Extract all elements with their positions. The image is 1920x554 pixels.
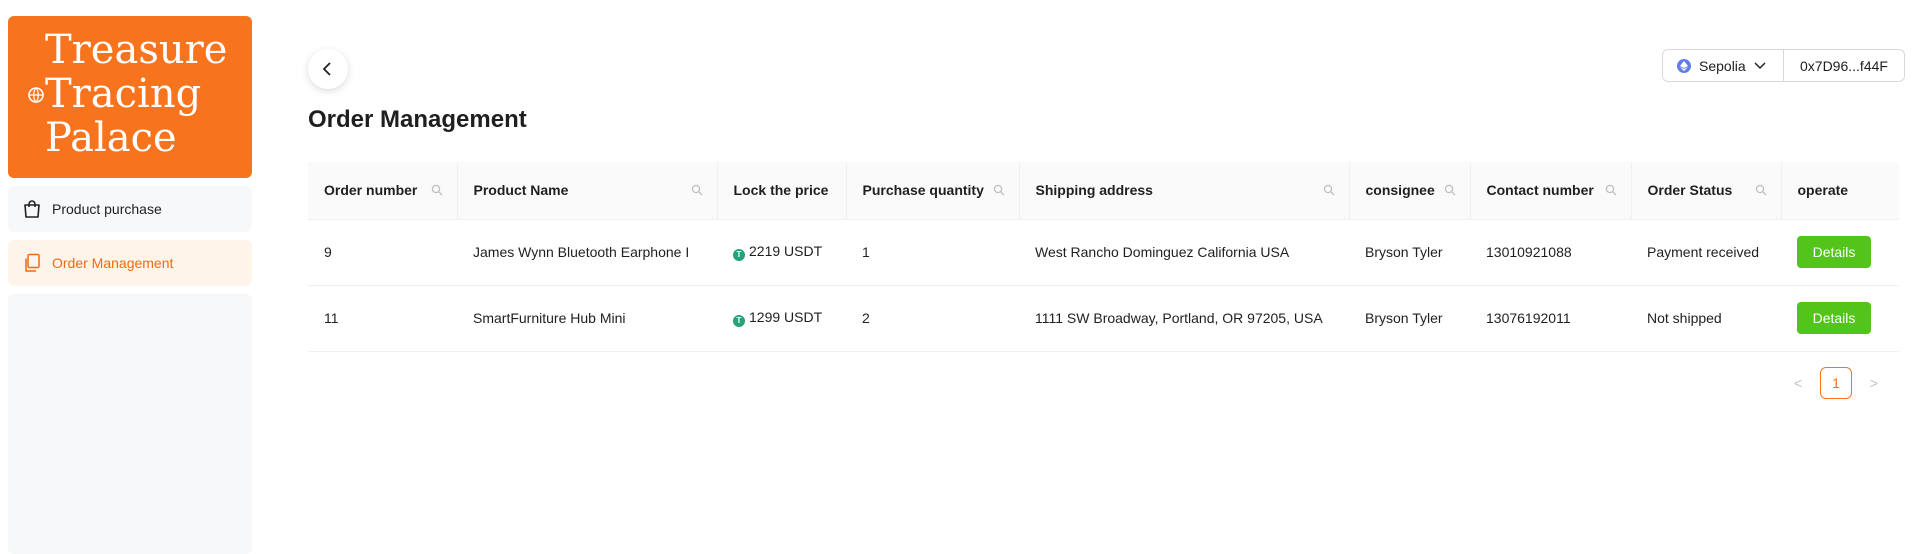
cell-order-number: 9 (308, 219, 457, 286)
page-title: Order Management (308, 106, 527, 133)
app-logo[interactable]: Treasure Tracing Palace (8, 16, 252, 178)
column-header-contact-number: Contact number (1470, 162, 1632, 220)
cell-consignee: Bryson Tyler (1349, 219, 1470, 286)
back-button[interactable] (308, 49, 348, 89)
ethereum-icon (1677, 58, 1691, 73)
cell-purchase-quantity: 2 (846, 285, 1019, 352)
cell-contact-number: 13010921088 (1470, 219, 1631, 286)
orders-table: Order number Product Name Lock the price… (308, 162, 1899, 352)
pagination-next-button[interactable]: > (1866, 375, 1882, 391)
cell-purchase-quantity: 1 (846, 219, 1019, 286)
sidebar-empty-area (8, 294, 252, 554)
chevron-left-icon (322, 62, 331, 76)
search-icon[interactable] (993, 184, 1005, 196)
column-header-purchase-quantity: Purchase quantity (846, 162, 1020, 220)
search-icon[interactable] (691, 184, 703, 196)
cell-shipping-address: 1111 SW Broadway, Portland, OR 97205, US… (1019, 285, 1349, 352)
cell-shipping-address: West Rancho Dominguez California USA (1019, 219, 1349, 286)
sidebar-item-label: Product purchase (52, 201, 162, 217)
globe-icon (28, 87, 44, 103)
cell-operate: Details (1781, 219, 1899, 286)
cell-order-status: Not shipped (1631, 285, 1781, 352)
logo-text: Treasure Tracing Palace (45, 27, 228, 161)
cell-product-name: James Wynn Bluetooth Earphone I (457, 219, 717, 286)
cell-product-name: SmartFurniture Hub Mini (457, 285, 717, 352)
cell-lock-price: T 2219 USDT (717, 219, 846, 286)
column-header-shipping-address: Shipping address (1019, 162, 1350, 220)
sidebar-item-label: Order Management (52, 255, 174, 271)
column-header-order-number: Order number (308, 162, 458, 220)
details-button[interactable]: Details (1797, 302, 1871, 334)
cell-order-status: Payment received (1631, 219, 1781, 286)
column-header-lock-price: Lock the price (717, 162, 847, 220)
column-header-product-name: Product Name (457, 162, 718, 220)
sidebar-item-order-management[interactable]: Order Management (8, 240, 252, 286)
network-name: Sepolia (1699, 57, 1746, 74)
table-row: 9 James Wynn Bluetooth Earphone I T 2219 … (308, 219, 1899, 286)
usdt-icon: T (733, 315, 745, 327)
cell-order-number: 11 (308, 285, 457, 352)
sidebar-item-product-purchase[interactable]: Product purchase (8, 186, 252, 232)
search-icon[interactable] (1444, 184, 1456, 196)
column-header-operate: operate (1781, 162, 1899, 220)
search-icon[interactable] (431, 184, 443, 196)
wallet-address-button[interactable]: 0x7D96...f44F (1784, 50, 1904, 81)
search-icon[interactable] (1323, 184, 1335, 196)
cell-consignee: Bryson Tyler (1349, 285, 1470, 352)
copy-documents-icon (22, 253, 42, 273)
table-row: 11 SmartFurniture Hub Mini T 1299 USDT 2 … (308, 285, 1899, 352)
table-header-row: Order number Product Name Lock the price… (308, 162, 1899, 220)
chevron-down-icon (1754, 61, 1766, 69)
pagination: < 1 > (1790, 367, 1882, 399)
pagination-page-button[interactable]: 1 (1820, 367, 1852, 399)
cell-contact-number: 13076192011 (1470, 285, 1631, 352)
column-header-consignee: consignee (1349, 162, 1471, 220)
cell-operate: Details (1781, 285, 1899, 352)
usdt-icon: T (733, 249, 745, 261)
pagination-prev-button[interactable]: < (1790, 375, 1806, 391)
shopping-bag-icon (22, 199, 42, 219)
column-header-order-status: Order Status (1631, 162, 1782, 220)
network-selector[interactable]: Sepolia (1663, 50, 1784, 81)
cell-lock-price: T 1299 USDT (717, 285, 846, 352)
wallet-connection: Sepolia 0x7D96...f44F (1662, 49, 1905, 82)
search-icon[interactable] (1605, 184, 1617, 196)
details-button[interactable]: Details (1797, 236, 1871, 268)
sidebar: Treasure Tracing Palace Product purchase… (8, 16, 252, 554)
search-icon[interactable] (1755, 184, 1767, 196)
